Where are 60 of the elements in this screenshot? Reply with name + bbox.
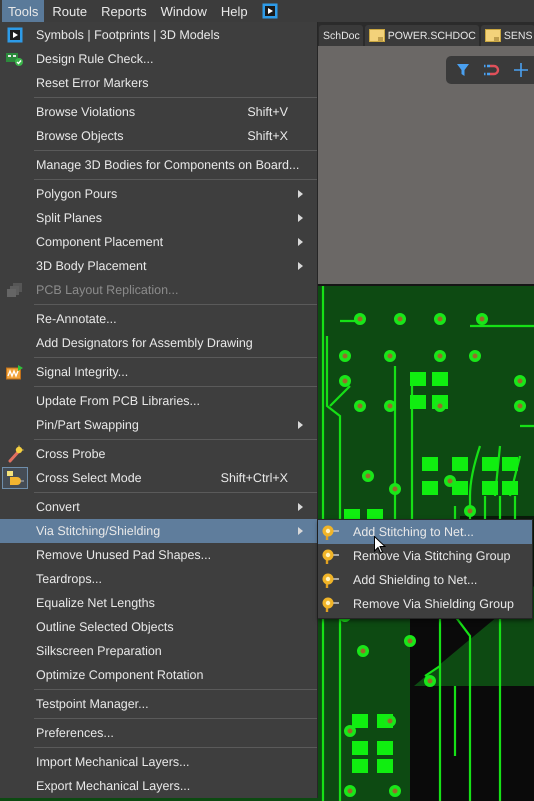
menu-item[interactable]: Browse Objects Shift+X xyxy=(0,124,317,148)
menu-item[interactable]: Update From PCB Libraries... xyxy=(0,389,317,413)
menu-item[interactable]: Symbols | Footprints | 3D Models xyxy=(0,23,317,47)
menu-title[interactable]: Tools xyxy=(2,0,44,22)
menu-item[interactable]: Export Mechanical Layers... xyxy=(0,774,317,798)
menu-item[interactable]: Split Planes xyxy=(0,206,317,230)
menu-item[interactable]: Teardrops... xyxy=(0,567,317,591)
menu-item[interactable]: Preferences... xyxy=(0,721,317,745)
menu-item[interactable]: Manage 3D Bodies for Components on Board... xyxy=(0,153,317,177)
shortcut-text: Shift+V xyxy=(247,105,288,119)
menu-item[interactable]: Add Designators for Assembly Drawing xyxy=(0,331,317,355)
document-tab[interactable]: SchDoc xyxy=(319,25,363,46)
menu-item[interactable]: Import Mechanical Layers... xyxy=(0,750,317,774)
menu-item[interactable]: Remove Via Stitching Group xyxy=(318,544,532,568)
menu-item[interactable]: Testpoint Manager... xyxy=(0,692,317,716)
filter-icon[interactable] xyxy=(456,63,470,77)
menu-item[interactable]: Design Rule Check... xyxy=(0,47,317,71)
menu-item[interactable]: Add Shielding to Net... xyxy=(318,568,532,592)
document-tab[interactable]: POWER.SCHDOC xyxy=(364,25,479,46)
shortcut-text: Shift+X xyxy=(247,129,288,143)
menu-item[interactable]: Reset Error Markers xyxy=(0,71,317,95)
menu-title[interactable]: Route xyxy=(46,0,94,22)
stacked-boards-icon xyxy=(7,282,23,298)
menu-item[interactable]: Remove Via Shielding Group xyxy=(318,592,532,616)
play-box-icon xyxy=(7,27,23,43)
via-icon xyxy=(321,571,339,589)
menu-item[interactable]: Pin/Part Swapping xyxy=(0,413,317,437)
menu-item[interactable]: Convert xyxy=(0,495,317,519)
menu-title[interactable]: Window xyxy=(154,0,213,22)
menu-item[interactable]: Equalize Net Lengths xyxy=(0,591,317,615)
document-icon xyxy=(484,29,501,42)
menu-item[interactable]: Cross Probe xyxy=(0,442,317,466)
menu-item[interactable]: Via Stitching/Shielding xyxy=(0,519,317,543)
menu-item[interactable]: Add Stitching to Net... xyxy=(318,520,532,544)
menu-item[interactable]: Optimize Component Rotation xyxy=(0,663,317,687)
menu-item[interactable]: Component Placement xyxy=(0,230,317,254)
menu-item[interactable]: 3D Body Placement xyxy=(0,254,317,278)
waveform-icon xyxy=(6,364,24,380)
document-icon xyxy=(368,29,385,42)
probe-icon xyxy=(6,445,24,463)
board-check-icon xyxy=(6,52,24,66)
menu-item[interactable]: Remove Unused Pad Shapes... xyxy=(0,543,317,567)
via-icon xyxy=(321,523,339,541)
select-shapes-icon xyxy=(6,470,24,486)
menu-item[interactable]: Browse Violations Shift+V xyxy=(0,100,317,124)
menu-item[interactable]: Outline Selected Objects xyxy=(0,615,317,639)
document-tab[interactable]: SENS xyxy=(480,25,534,46)
menu-item[interactable]: Cross Select Mode Shift+Ctrl+X xyxy=(0,466,317,490)
menu-item[interactable]: Signal Integrity... xyxy=(0,360,317,384)
menu-item[interactable]: Silkscreen Preparation xyxy=(0,639,317,663)
via-icon xyxy=(321,595,339,613)
menu-item[interactable]: Polygon Pours xyxy=(0,182,317,206)
add-icon[interactable] xyxy=(514,63,528,77)
shortcut-text: Shift+Ctrl+X xyxy=(220,471,288,485)
menu-title[interactable]: Help xyxy=(214,0,254,22)
magnet-icon[interactable] xyxy=(484,63,500,77)
menu-title[interactable]: Reports xyxy=(95,0,153,22)
menu-item[interactable]: Re-Annotate... xyxy=(0,307,317,331)
via-icon xyxy=(321,547,339,565)
play-box-icon[interactable] xyxy=(262,3,278,19)
